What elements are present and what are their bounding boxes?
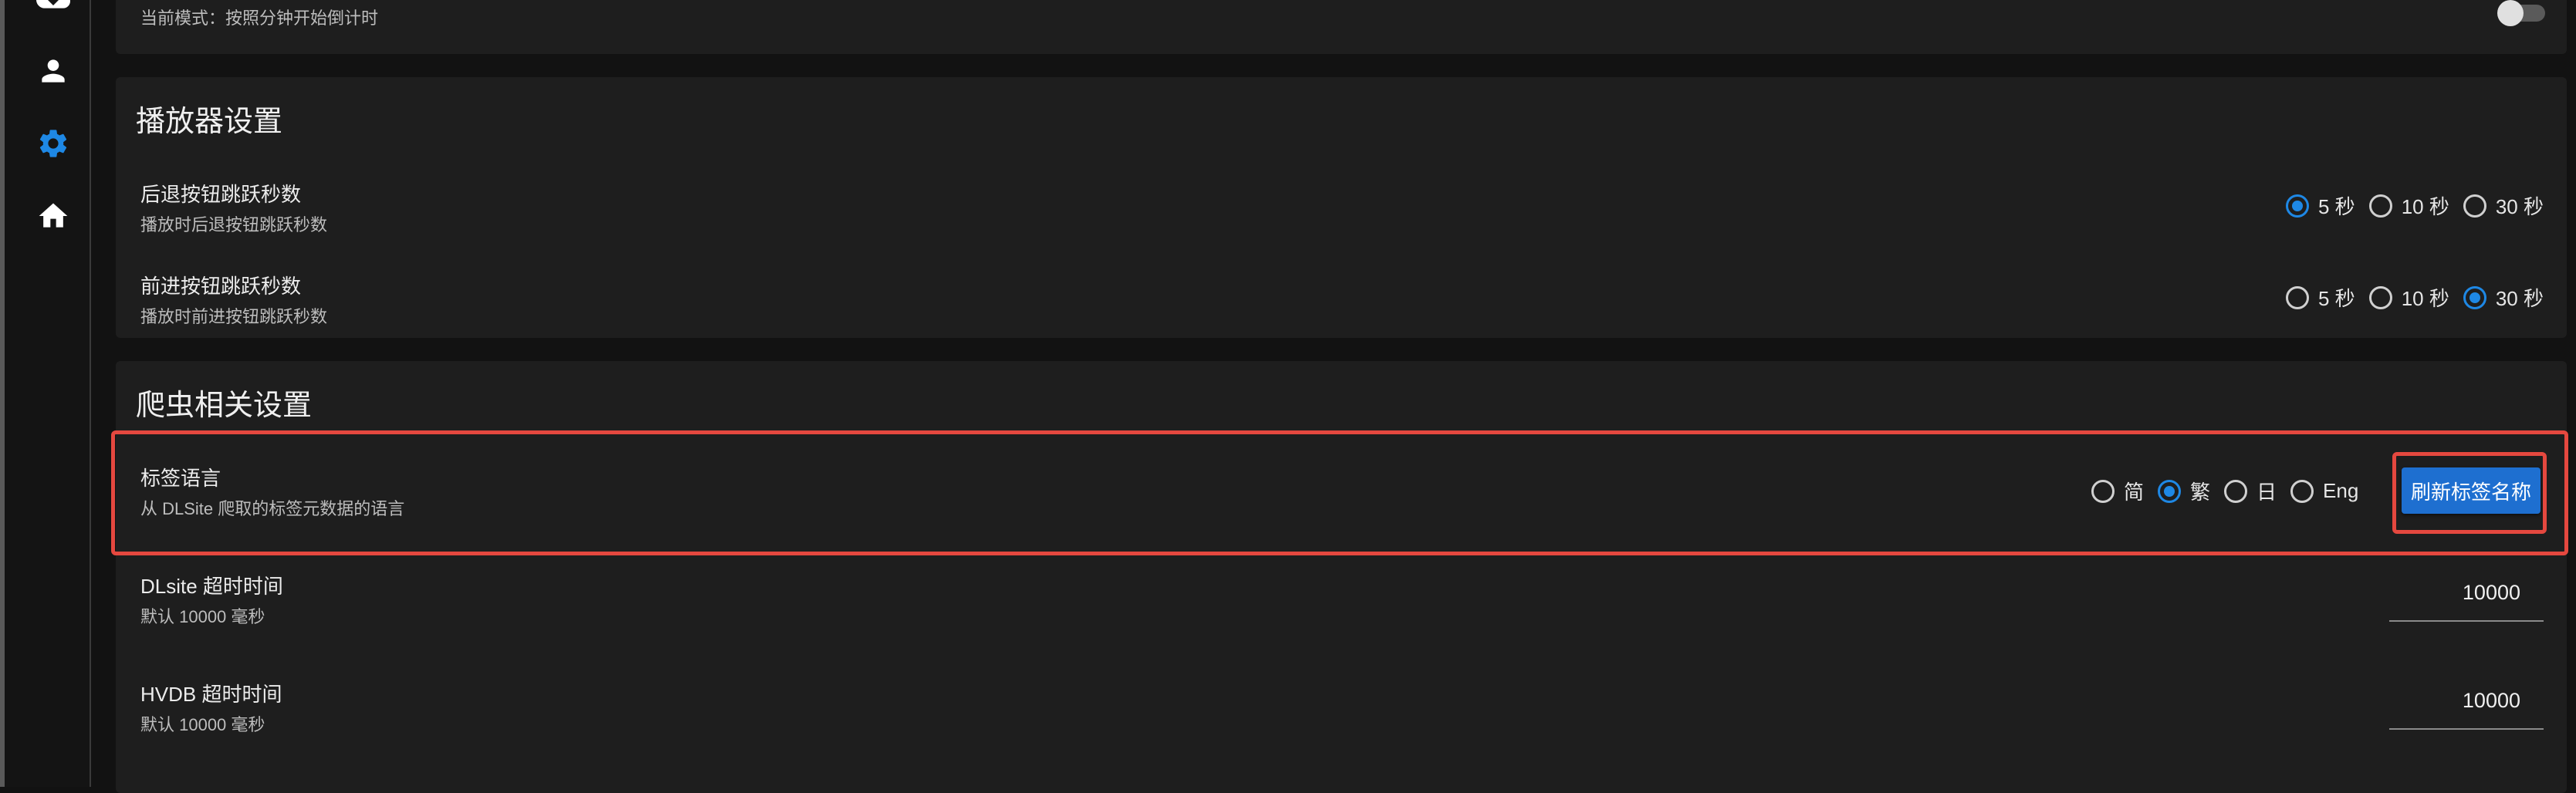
radio-unchecked-icon <box>2463 194 2486 218</box>
rewind-radio-group: 5 秒 10 秒 30 秒 <box>2286 191 2544 220</box>
forward-radio-group: 5 秒 10 秒 30 秒 <box>2286 283 2544 312</box>
rewind-title: 后退按钮跳跃秒数 <box>140 183 302 206</box>
hvdb-timeout-title: HVDB 超时时间 <box>140 683 282 706</box>
section-title-player: 播放器设置 <box>136 106 283 138</box>
hvdb-timeout-field[interactable] <box>2389 679 2544 730</box>
crawler-settings-card: 爬虫相关设置 标签语言 从 DLSite 爬取的标签元数据的语言 DLsite … <box>116 361 2567 793</box>
person-icon[interactable] <box>33 51 73 91</box>
tag-language-highlight-box <box>111 430 2568 555</box>
refresh-button-highlight-box <box>2392 452 2547 534</box>
radio-unchecked-icon <box>2368 194 2392 218</box>
rewind-option-30[interactable]: 30 秒 <box>2463 191 2544 220</box>
download-icon[interactable] <box>33 0 73 17</box>
dlsite-timeout-title: DLsite 超时时间 <box>140 575 283 598</box>
radio-checked-icon <box>2286 194 2309 218</box>
forward-option-30[interactable]: 30 秒 <box>2463 283 2544 312</box>
timer-mode-toggle[interactable] <box>2497 0 2545 26</box>
radio-unchecked-icon <box>2286 285 2309 309</box>
timer-card: 当前模式：按照分钟开始倒计时 <box>116 0 2567 54</box>
radio-checked-icon <box>2463 285 2486 309</box>
section-title-crawler: 爬虫相关设置 <box>136 390 313 422</box>
hvdb-timeout-input[interactable] <box>2389 679 2544 722</box>
sidebar <box>5 0 91 787</box>
dlsite-timeout-input[interactable] <box>2389 571 2544 614</box>
player-settings-card: 播放器设置 后退按钮跳跃秒数 播放时后退按钮跳跃秒数 5 秒 10 秒 30 秒… <box>116 77 2567 338</box>
hvdb-timeout-subtitle: 默认 10000 毫秒 <box>140 715 265 734</box>
home-icon[interactable] <box>33 196 73 236</box>
settings-gear-icon[interactable] <box>33 123 73 164</box>
forward-option-10[interactable]: 10 秒 <box>2368 283 2449 312</box>
dlsite-timeout-subtitle: 默认 10000 毫秒 <box>140 607 265 626</box>
radio-unchecked-icon <box>2368 285 2392 309</box>
forward-option-5[interactable]: 5 秒 <box>2286 283 2355 312</box>
forward-title: 前进按钮跳跃秒数 <box>140 275 302 298</box>
rewind-subtitle: 播放时后退按钮跳跃秒数 <box>140 215 328 235</box>
rewind-option-10[interactable]: 10 秒 <box>2368 191 2449 220</box>
forward-subtitle: 播放时前进按钮跳跃秒数 <box>140 307 328 326</box>
current-mode-text: 当前模式：按照分钟开始倒计时 <box>140 8 379 28</box>
dlsite-timeout-field[interactable] <box>2389 571 2544 622</box>
rewind-option-5[interactable]: 5 秒 <box>2286 191 2355 220</box>
settings-main: 当前模式：按照分钟开始倒计时 播放器设置 后退按钮跳跃秒数 播放时后退按钮跳跃秒… <box>91 0 2576 793</box>
